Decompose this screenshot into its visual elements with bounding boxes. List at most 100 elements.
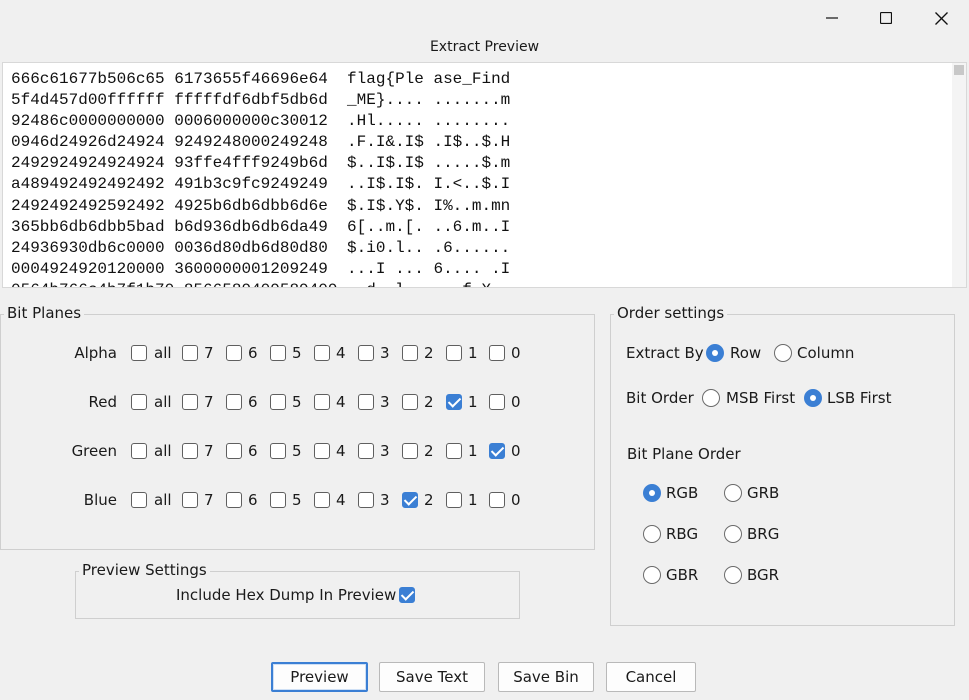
red-bit-0-label: 0 bbox=[511, 393, 521, 411]
alpha-all-checkbox[interactable] bbox=[131, 345, 147, 361]
bit-plane-order-rgb-label: RGB bbox=[666, 484, 699, 502]
red-bit-1-checkbox[interactable] bbox=[446, 394, 462, 410]
red-bit-6-checkbox[interactable] bbox=[226, 394, 242, 410]
extract-by-row-label: Row bbox=[730, 344, 762, 362]
bit-plane-order-rgb-radio[interactable] bbox=[643, 484, 661, 502]
blue-bit-0-checkbox[interactable] bbox=[489, 492, 505, 508]
vertical-scrollbar[interactable] bbox=[952, 63, 966, 287]
preview-line: 92486c0000000000 0006000000c30012 .Hl...… bbox=[11, 112, 511, 131]
blue-all-checkbox[interactable] bbox=[131, 492, 147, 508]
bit-plane-order-grb-radio[interactable] bbox=[724, 484, 742, 502]
alpha-bit-3-checkbox[interactable] bbox=[358, 345, 374, 361]
green-bit-1-checkbox[interactable] bbox=[446, 443, 462, 459]
alpha-bit-0-label: 0 bbox=[511, 344, 521, 362]
blue-bit-4-checkbox[interactable] bbox=[314, 492, 330, 508]
alpha-bit-2-label: 2 bbox=[424, 344, 434, 362]
green-bit-3-label: 3 bbox=[380, 442, 390, 460]
save-text-button[interactable]: Save Text bbox=[379, 662, 485, 692]
close-button[interactable] bbox=[915, 0, 967, 36]
preview-button[interactable]: Preview bbox=[271, 662, 368, 692]
window-title: Extract Preview bbox=[429, 39, 540, 55]
green-bit-0-checkbox[interactable] bbox=[489, 443, 505, 459]
preview-line: 0564b766c4b7f1b70 8566589409589409 .d..l… bbox=[11, 280, 520, 287]
bit-plane-order-brg-label: BRG bbox=[747, 525, 780, 543]
green-bit-2-label: 2 bbox=[424, 442, 434, 460]
alpha-all-label: all bbox=[154, 344, 172, 362]
red-bit-3-checkbox[interactable] bbox=[358, 394, 374, 410]
preview-line: 666c61677b506c65 6173655f46696e64 flag{P… bbox=[11, 70, 511, 88]
bit-plane-order-gbr-radio[interactable] bbox=[643, 566, 661, 584]
alpha-bit-4-checkbox[interactable] bbox=[314, 345, 330, 361]
alpha-bit-5-checkbox[interactable] bbox=[270, 345, 286, 361]
green-bit-7-checkbox[interactable] bbox=[182, 443, 198, 459]
maximize-button[interactable] bbox=[860, 0, 912, 36]
blue-bit-7-label: 7 bbox=[204, 491, 214, 509]
extract-by-column-label: Column bbox=[797, 344, 855, 362]
blue-bit-0-label: 0 bbox=[511, 491, 521, 509]
cancel-button[interactable]: Cancel bbox=[606, 662, 696, 692]
alpha-bit-5-label: 5 bbox=[292, 344, 302, 362]
green-bit-7-label: 7 bbox=[204, 442, 214, 460]
bit-order-msb-radio[interactable] bbox=[702, 389, 720, 407]
blue-bit-6-label: 6 bbox=[248, 491, 258, 509]
green-bit-1-label: 1 bbox=[468, 442, 478, 460]
bit-plane-order-brg-radio[interactable] bbox=[724, 525, 742, 543]
bit-order-lsb-label: LSB First bbox=[827, 389, 892, 407]
alpha-bit-1-checkbox[interactable] bbox=[446, 345, 462, 361]
bit-order-label: Bit Order bbox=[626, 389, 694, 407]
green-bit-4-label: 4 bbox=[336, 442, 346, 460]
green-bit-4-checkbox[interactable] bbox=[314, 443, 330, 459]
preview-text-area[interactable]: 666c61677b506c65 6173655f46696e64 flag{P… bbox=[2, 62, 967, 288]
bit-plane-order-rbg-radio[interactable] bbox=[643, 525, 661, 543]
alpha-bit-2-checkbox[interactable] bbox=[402, 345, 418, 361]
order-settings-title: Order settings bbox=[614, 304, 728, 322]
red-bit-4-checkbox[interactable] bbox=[314, 394, 330, 410]
red-bit-7-checkbox[interactable] bbox=[182, 394, 198, 410]
preview-line: 0946d24926d24924 9249248000249248 .F.I&.… bbox=[11, 133, 511, 152]
blue-bit-3-label: 3 bbox=[380, 491, 390, 509]
bit-order-lsb-radio[interactable] bbox=[804, 389, 822, 407]
hex-dump-checkbox[interactable] bbox=[399, 587, 415, 603]
blue-bit-4-label: 4 bbox=[336, 491, 346, 509]
save-bin-button[interactable]: Save Bin bbox=[498, 662, 594, 692]
green-all-label: all bbox=[154, 442, 172, 460]
blue-bit-2-checkbox[interactable] bbox=[402, 492, 418, 508]
blue-bit-3-checkbox[interactable] bbox=[358, 492, 374, 508]
bit-plane-order-bgr-radio[interactable] bbox=[724, 566, 742, 584]
green-bit-6-checkbox[interactable] bbox=[226, 443, 242, 459]
red-all-label: all bbox=[154, 393, 172, 411]
green-bit-5-label: 5 bbox=[292, 442, 302, 460]
preview-content: 666c61677b506c65 6173655f46696e64 flag{P… bbox=[11, 69, 520, 287]
bit-plane-order-label: Bit Plane Order bbox=[627, 445, 741, 463]
extract-by-column-radio[interactable] bbox=[774, 344, 792, 362]
red-all-checkbox[interactable] bbox=[131, 394, 147, 410]
green-all-checkbox[interactable] bbox=[131, 443, 147, 459]
alpha-bit-6-checkbox[interactable] bbox=[226, 345, 242, 361]
preview-line: 5f4d457d00ffffff fffffdf6dbf5db6d _ME}..… bbox=[11, 91, 511, 110]
alpha-bit-3-label: 3 bbox=[380, 344, 390, 362]
blue-bit-7-checkbox[interactable] bbox=[182, 492, 198, 508]
alpha-bit-0-checkbox[interactable] bbox=[489, 345, 505, 361]
scrollbar-thumb[interactable] bbox=[954, 65, 964, 75]
green-bit-2-checkbox[interactable] bbox=[402, 443, 418, 459]
green-bit-3-checkbox[interactable] bbox=[358, 443, 374, 459]
bit-plane-order-rbg-label: RBG bbox=[666, 525, 699, 543]
blue-all-label: all bbox=[154, 491, 172, 509]
red-bit-0-checkbox[interactable] bbox=[489, 394, 505, 410]
red-bit-5-label: 5 bbox=[292, 393, 302, 411]
green-bit-5-checkbox[interactable] bbox=[270, 443, 286, 459]
green-bit-0-label: 0 bbox=[511, 442, 521, 460]
blue-bit-6-checkbox[interactable] bbox=[226, 492, 242, 508]
close-icon bbox=[934, 11, 948, 25]
alpha-bit-7-checkbox[interactable] bbox=[182, 345, 198, 361]
extract-by-label: Extract By bbox=[626, 344, 704, 362]
minimize-button[interactable] bbox=[806, 0, 858, 36]
preview-line: 24936930db6c0000 0036d80db6d80d80 $.i0.l… bbox=[11, 238, 511, 257]
blue-bit-2-label: 2 bbox=[424, 491, 434, 509]
alpha-bit-6-label: 6 bbox=[248, 344, 258, 362]
extract-by-row-radio[interactable] bbox=[706, 344, 724, 362]
red-bit-2-checkbox[interactable] bbox=[402, 394, 418, 410]
red-bit-5-checkbox[interactable] bbox=[270, 394, 286, 410]
blue-bit-5-checkbox[interactable] bbox=[270, 492, 286, 508]
blue-bit-1-checkbox[interactable] bbox=[446, 492, 462, 508]
